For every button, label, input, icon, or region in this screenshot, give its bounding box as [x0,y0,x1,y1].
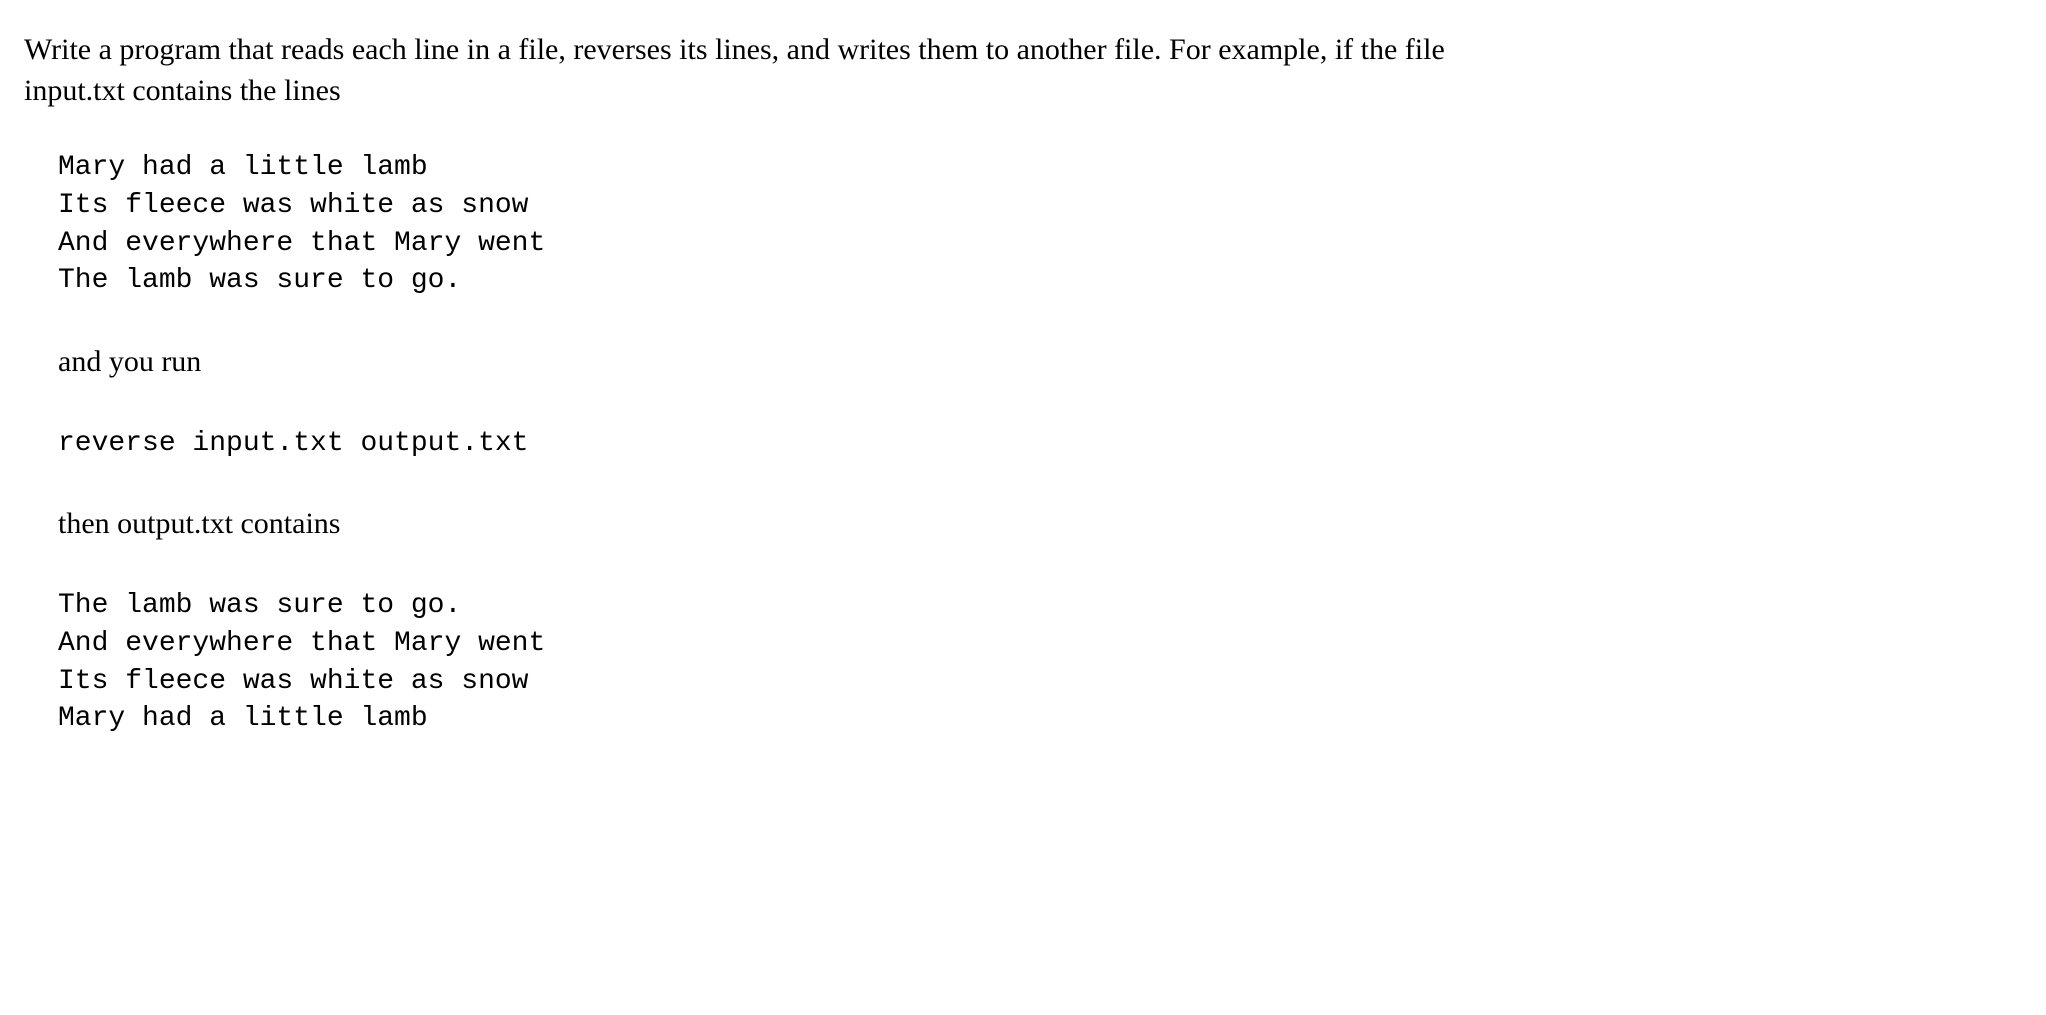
command-line: reverse input.txt output.txt [58,425,2022,463]
run-label: and you run [58,342,2022,383]
input-file-content: Mary had a little lamb Its fleece was wh… [58,149,2022,300]
output-file-content: The lamb was sure to go. And everywhere … [58,587,2022,738]
output-label: then output.txt contains [58,504,2022,545]
problem-intro: Write a program that reads each line in … [24,30,1544,111]
